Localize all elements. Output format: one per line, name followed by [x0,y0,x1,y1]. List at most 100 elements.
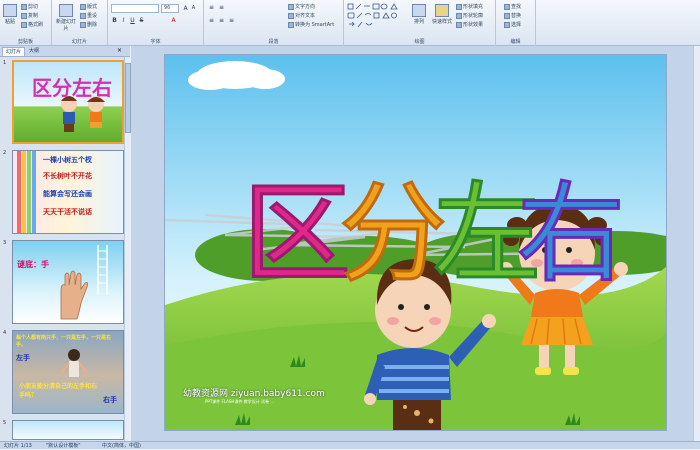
thumbnail-2-image: 一棵小树五个杈 不长树叶不开花 能算会写还会画 天天干活不说话 [12,150,124,234]
shape-outline-button[interactable]: 形状轮廓 [456,12,483,19]
thumbnail-number: 1 [3,60,7,66]
effects-icon [456,21,462,28]
select-icon [504,21,510,28]
panel-scrollbar[interactable] [124,57,131,441]
thumbnail-number: 5 [3,420,7,426]
arrange-button[interactable]: 排列 [410,4,428,25]
slide-editor: 区 分 左 右 幼教资源网 ziyuan.baby611.com PPT课件 F… [131,46,700,441]
reset-button[interactable]: 重设 [80,12,97,19]
text-direction-button[interactable]: 文字方向 [288,3,315,10]
status-bar: 幻灯片 1/13 "默认设计模板" 中文(简体，中国) [0,441,700,449]
delete-button[interactable]: 删除 [80,21,97,28]
align-left-icon[interactable]: ≡ [208,17,215,24]
thumbnail-line: 能算会写还会画 [43,190,92,198]
close-panel-icon[interactable]: × [117,47,122,54]
current-slide[interactable]: 区 分 左 右 幼教资源网 ziyuan.baby611.com PPT课件 F… [164,54,667,431]
kids-icon [61,96,105,132]
shape-fill-button[interactable]: 形状填充 [456,3,483,10]
thumbnail-1-image: 区分左右 [12,60,124,144]
tab-slides[interactable]: 幻灯片 [2,47,26,56]
brush-icon [21,21,27,28]
numbering-icon[interactable]: ≡ [218,4,225,11]
shapes-gallery[interactable] [347,3,407,29]
thumbnail-number: 2 [3,150,7,156]
font-size-combo[interactable]: 96 [161,4,179,13]
slide-watermark: 幼教资源网 ziyuan.baby611.com [183,389,325,399]
slides-panel: 幻灯片 大纲 × 1 区分左右 2 一棵小树五个杈 不长树叶不开花 能算会写还会… [0,46,131,441]
ladder-icon [97,245,108,295]
shrink-font-icon[interactable]: A [190,5,197,12]
thumbnail-number: 4 [3,330,7,336]
quick-styles-icon [435,4,449,17]
find-button[interactable]: 查找 [504,3,521,10]
drawing-group: 排列 快速样式 形状填充 形状轮廓 形状效果 绘图 [344,0,496,46]
italic-icon[interactable]: I [120,17,127,24]
slide-watermark-sub: PPT课件 FLASH课件 教学设计 试卷 ... [205,399,275,404]
new-slide-icon [59,4,73,17]
thumbnail-line: 谜底：手 [17,260,49,269]
shape-effects-button[interactable]: 形状效果 [456,21,483,28]
thumbnail-5-image [12,420,124,440]
thumbnail-4-image: 每个人都有两只手，一只是左手，一只是右手。 左手 小朋友能分清自己的左手和右手吗… [12,330,124,414]
layout-icon [80,3,86,10]
copy-icon [21,12,27,19]
quick-styles-button[interactable]: 快速样式 [430,4,454,25]
thumbnail-3-image: 谜底：手 [12,240,124,324]
grow-font-icon[interactable]: A [182,5,189,12]
editing-label: 编辑 [510,39,521,45]
reset-icon [80,12,86,19]
editing-group: 查找 替换 选择 编辑 [496,0,536,46]
thumbnail-number: 3 [3,240,7,246]
paste-button[interactable]: 粘贴 [2,4,18,25]
ribbon: 粘贴 剪切 复制 格式刷 剪贴板 新建幻灯片 版式 重设 删除 幻灯片 96 A… [0,0,700,46]
bold-icon[interactable]: B [111,17,118,24]
font-name-combo[interactable] [111,4,159,13]
thumbnail-line: 每个人都有两只手，一只是左手，一只是右手。 [16,335,112,348]
font-group: 96 A A B I U S A 字体 [108,0,204,46]
thumbnail-line: 天天干活不说话 [43,208,92,216]
find-icon [504,3,510,10]
text-direction-icon [288,3,294,10]
select-button[interactable]: 选择 [504,21,521,28]
delete-icon [80,21,86,28]
smartart-icon [288,21,294,28]
thumbnail-line: 一棵小树五个杈 [43,156,92,164]
slides-label: 幻灯片 [71,39,87,45]
font-color-icon[interactable]: A [170,17,177,24]
slide-title-char[interactable]: 右 [515,147,626,303]
hand-icon [60,270,89,320]
thumbnail-line: 不长树叶不开花 [43,172,92,180]
replace-button[interactable]: 替换 [504,12,521,19]
smartart-button[interactable]: 转换为 SmartArt [288,21,334,28]
tab-outline[interactable]: 大纲 [26,47,42,56]
replace-icon [504,12,510,19]
align-right-icon[interactable]: ≡ [228,17,235,24]
scissors-icon [21,3,27,10]
cut-button[interactable]: 剪切 [21,3,38,10]
copy-button[interactable]: 复制 [21,12,38,19]
layout-button[interactable]: 版式 [80,3,97,10]
fill-icon [456,3,462,10]
rainbow-icon [17,151,36,233]
outline-icon [456,12,462,19]
format-painter-button[interactable]: 格式刷 [21,21,43,28]
thumbnail-line: 右手 [103,396,117,404]
girl-icon [60,349,88,377]
align-center-icon[interactable]: ≡ [218,17,225,24]
bullets-icon[interactable]: ≡ [208,4,215,11]
paste-icon [3,4,17,17]
paragraph-label: 段落 [268,39,279,45]
align-text-button[interactable]: 对齐文本 [288,12,315,19]
arrange-icon [412,4,426,17]
slide-title-char[interactable]: 分 [337,147,448,303]
drawing-label: 绘图 [414,39,425,45]
paragraph-group: ≡ ≡ ≡ ≡ ≡ 文字方向 对齐文本 转换为 SmartArt 段落 [204,0,344,46]
slides-group: 新建幻灯片 版式 重设 删除 幻灯片 [52,0,108,46]
align-text-icon [288,12,294,19]
new-slide-button[interactable]: 新建幻灯片 [55,4,77,32]
underline-icon[interactable]: U [129,17,136,24]
editor-scrollbar[interactable] [693,46,700,441]
strikethrough-icon[interactable]: S [138,17,145,24]
font-label: 字体 [150,39,161,45]
slide-title-char[interactable]: 区 [241,147,352,303]
